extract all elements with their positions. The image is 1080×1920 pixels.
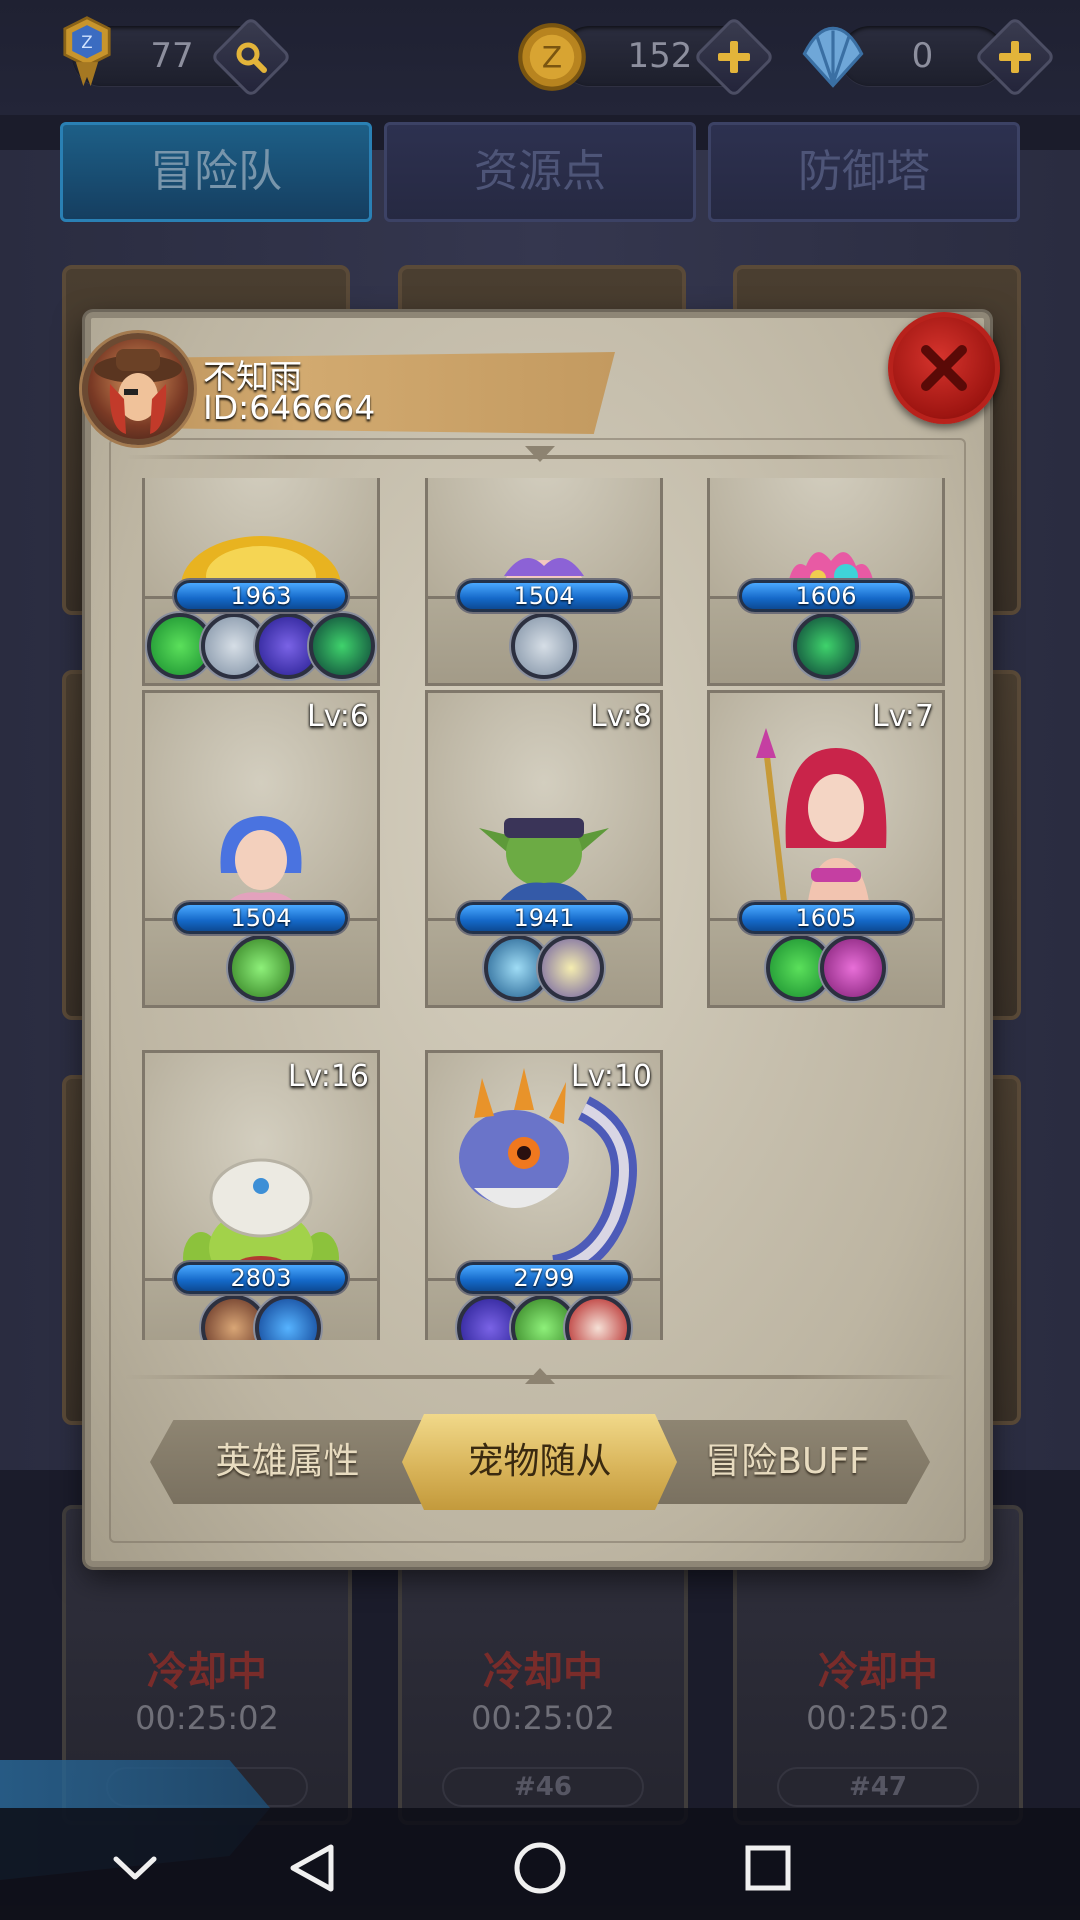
tab-label: 冒险BUFF bbox=[705, 1441, 870, 1482]
skill-row bbox=[428, 613, 660, 683]
tab-pet-followers[interactable]: 宠物随从 bbox=[402, 1414, 677, 1510]
goblin-hero-icon bbox=[479, 818, 609, 918]
skill-row bbox=[145, 935, 377, 1005]
coin-icon: Z bbox=[518, 23, 586, 91]
chevron-down-icon bbox=[113, 1856, 157, 1880]
tab-adventure-team[interactable]: 冒险队 bbox=[60, 122, 372, 222]
power-bar: 1963 bbox=[174, 580, 348, 612]
level-badge-icon: Z bbox=[63, 16, 111, 87]
power-bar: 2799 bbox=[457, 1262, 631, 1294]
blue-hair-mermaid-hero-icon bbox=[216, 816, 306, 918]
search-icon bbox=[236, 42, 267, 73]
team-number: #46 bbox=[442, 1767, 644, 1807]
tab-label: 英雄属性 bbox=[215, 1441, 360, 1482]
pirate-avatar-icon bbox=[94, 349, 182, 434]
power-bar: 1605 bbox=[739, 902, 913, 934]
power-bar: 1504 bbox=[174, 902, 348, 934]
hero-portrait bbox=[425, 478, 663, 596]
nav-back-button[interactable] bbox=[282, 1838, 342, 1898]
coin-count: 152 bbox=[627, 36, 693, 76]
hero-card[interactable]: Lv:16 2803 bbox=[142, 1050, 380, 1340]
power-bar: 2803 bbox=[174, 1262, 348, 1294]
hero-card[interactable]: Lv:7 1605 bbox=[707, 690, 945, 1008]
plus-icon bbox=[999, 41, 1031, 73]
hero-card[interactable]: 1504 bbox=[425, 478, 663, 686]
hero-portrait: Lv:8 bbox=[425, 690, 663, 918]
skill-row bbox=[428, 935, 660, 1005]
player-level: 77 bbox=[150, 36, 194, 76]
shell-icon bbox=[802, 26, 864, 88]
cooldown-timer: 00:25:02 bbox=[806, 1699, 950, 1737]
hero-card[interactable]: Lv:8 1941 bbox=[425, 690, 663, 1008]
tab-label: 资源点 bbox=[474, 146, 606, 197]
hero-portrait: Lv:7 bbox=[707, 690, 945, 918]
shell-count: 0 bbox=[911, 36, 934, 76]
hero-card[interactable]: 1606 bbox=[707, 478, 945, 686]
cooldown-label: 冷却中 bbox=[147, 1649, 267, 1695]
hero-card[interactable]: Lv:10 2799 bbox=[425, 1050, 663, 1340]
hero-portrait: Lv:10 bbox=[425, 1050, 663, 1278]
back-triangle-icon bbox=[290, 1844, 334, 1892]
home-circle-icon bbox=[514, 1842, 566, 1894]
music-skill-icon[interactable] bbox=[820, 935, 886, 1001]
skill-row bbox=[710, 613, 942, 683]
skill-row bbox=[145, 1295, 377, 1340]
serpent-dragon-hero-icon bbox=[459, 1068, 637, 1278]
nav-dropdown-button[interactable] bbox=[105, 1838, 165, 1898]
skill-row bbox=[710, 935, 942, 1005]
tab-label: 冒险队 bbox=[150, 146, 282, 197]
hero-portrait bbox=[707, 478, 945, 596]
player-id: ID:646664 bbox=[203, 388, 376, 427]
golden-helmet-hero-icon bbox=[181, 536, 341, 596]
horn-skill-icon[interactable] bbox=[565, 1295, 631, 1340]
skill-row bbox=[145, 613, 377, 683]
hero-level: Lv:6 bbox=[306, 699, 369, 734]
hero-level: Lv:16 bbox=[287, 1059, 369, 1094]
shield-skill-icon[interactable] bbox=[511, 613, 577, 679]
heal-skill-icon[interactable] bbox=[228, 935, 294, 1001]
team-number: #47 bbox=[777, 1767, 979, 1807]
cooldown-timer: 00:25:02 bbox=[135, 1699, 279, 1737]
recents-square-icon bbox=[745, 1845, 791, 1891]
nav-recents-button[interactable] bbox=[738, 1838, 798, 1898]
tab-hero-attributes[interactable]: 英雄属性 bbox=[175, 1420, 400, 1504]
svg-text:Z: Z bbox=[542, 41, 562, 75]
pet-list-scroll[interactable]: 1963 1504 1606 Lv:6 1504 Lv:8 1941 Lv:7 … bbox=[120, 478, 970, 1340]
flame-skill-icon[interactable] bbox=[793, 613, 859, 679]
power-bar: 1941 bbox=[457, 902, 631, 934]
hero-card[interactable]: 1963 bbox=[142, 478, 380, 686]
red-hair-sorceress-hero-icon bbox=[756, 728, 887, 918]
turban-cactus-hero-icon bbox=[183, 1158, 339, 1278]
chevron-up-icon bbox=[525, 1368, 555, 1384]
hero-portrait bbox=[142, 478, 380, 596]
tab-label: 防御塔 bbox=[798, 146, 930, 197]
plus-icon bbox=[718, 41, 750, 73]
cooldown-label: 冷却中 bbox=[483, 1649, 603, 1695]
power-bar: 1504 bbox=[457, 580, 631, 612]
cooldown-label: 冷却中 bbox=[818, 1649, 938, 1695]
hero-card[interactable]: Lv:6 1504 bbox=[142, 690, 380, 1008]
close-button[interactable] bbox=[888, 312, 1000, 424]
cooldown-timer: 00:25:02 bbox=[471, 1699, 615, 1737]
player-avatar bbox=[82, 333, 194, 445]
hero-portrait: Lv:16 bbox=[142, 1050, 380, 1278]
crystal-skill-icon[interactable] bbox=[255, 1295, 321, 1340]
hero-portrait: Lv:6 bbox=[142, 690, 380, 918]
tab-label: 宠物随从 bbox=[467, 1441, 612, 1482]
svg-text:Z: Z bbox=[81, 33, 92, 52]
skill-row bbox=[428, 1295, 660, 1340]
chevron-down-icon bbox=[525, 446, 555, 462]
tab-resource-point[interactable]: 资源点 bbox=[384, 122, 696, 222]
flame-skill-icon[interactable] bbox=[309, 613, 375, 679]
bug-skill-icon[interactable] bbox=[538, 935, 604, 1001]
power-bar: 1606 bbox=[739, 580, 913, 612]
tab-defense-tower[interactable]: 防御塔 bbox=[708, 122, 1020, 222]
tab-adventure-buff[interactable]: 冒险BUFF bbox=[680, 1420, 895, 1504]
close-icon bbox=[921, 345, 967, 391]
nav-home-button[interactable] bbox=[510, 1838, 570, 1898]
hero-level: Lv:8 bbox=[589, 699, 652, 734]
